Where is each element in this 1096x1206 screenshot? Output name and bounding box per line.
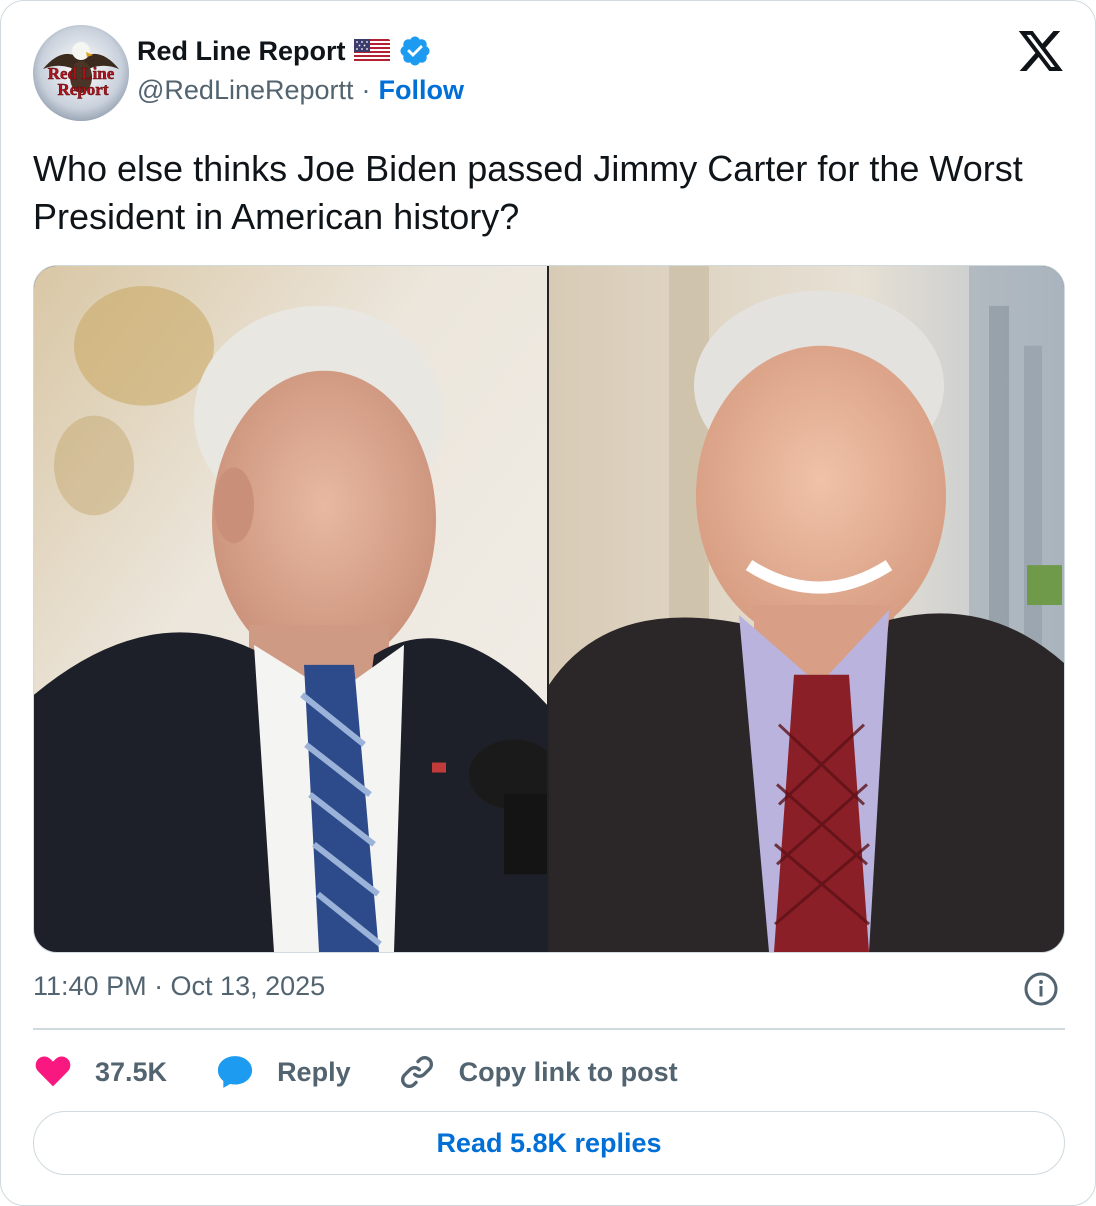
- x-logo-icon[interactable]: [1017, 29, 1065, 73]
- copy-link-button[interactable]: Copy link to post: [397, 1052, 678, 1092]
- link-icon: [400, 1056, 433, 1088]
- copy-link-label: Copy link to post: [458, 1056, 678, 1087]
- post-text: Who else thinks Joe Biden passed Jimmy C…: [33, 148, 1023, 237]
- read-replies-button[interactable]: Read 5.8K replies: [33, 1111, 1065, 1175]
- right-portrait-image: [549, 266, 1064, 952]
- like-count: 37.5K: [95, 1056, 168, 1087]
- right-photo[interactable]: [549, 266, 1064, 952]
- author-name-row: Red Line Report: [137, 34, 432, 68]
- reply-button[interactable]: Reply: [215, 1052, 351, 1092]
- left-photo[interactable]: [34, 266, 547, 952]
- avatar-eagle-logo: Red Line Report: [33, 25, 129, 121]
- reply-bubble-icon: [217, 1056, 253, 1088]
- follow-link[interactable]: Follow: [379, 75, 464, 106]
- divider: [33, 1028, 1065, 1030]
- like-button[interactable]: 37.5K: [33, 1052, 167, 1092]
- handle-separator: ·: [361, 75, 371, 105]
- verified-badge-icon: [399, 36, 430, 66]
- author-display-name[interactable]: Red Line Report: [137, 36, 346, 67]
- embedded-post-card: Red Line Report Red Line Report @RedLine…: [0, 0, 1096, 1206]
- reply-label: Reply: [277, 1056, 351, 1087]
- post-media[interactable]: [33, 265, 1065, 953]
- read-replies-label: Read 5.8K replies: [436, 1127, 662, 1158]
- post-timestamp[interactable]: 11:40 PM · Oct 13, 2025: [33, 971, 325, 1002]
- author-handle[interactable]: @RedLineReportt: [137, 75, 354, 106]
- us-flag-icon: [353, 39, 390, 63]
- post-actions: 37.5K Reply Copy link to post: [33, 1047, 678, 1097]
- svg-text:Report: Report: [58, 80, 109, 99]
- heart-icon: [35, 1056, 71, 1087]
- info-icon[interactable]: [1023, 971, 1059, 1007]
- left-portrait-image: [34, 266, 547, 952]
- author-handle-row: @RedLineReportt · Follow: [137, 75, 464, 106]
- author-avatar[interactable]: Red Line Report: [33, 25, 129, 121]
